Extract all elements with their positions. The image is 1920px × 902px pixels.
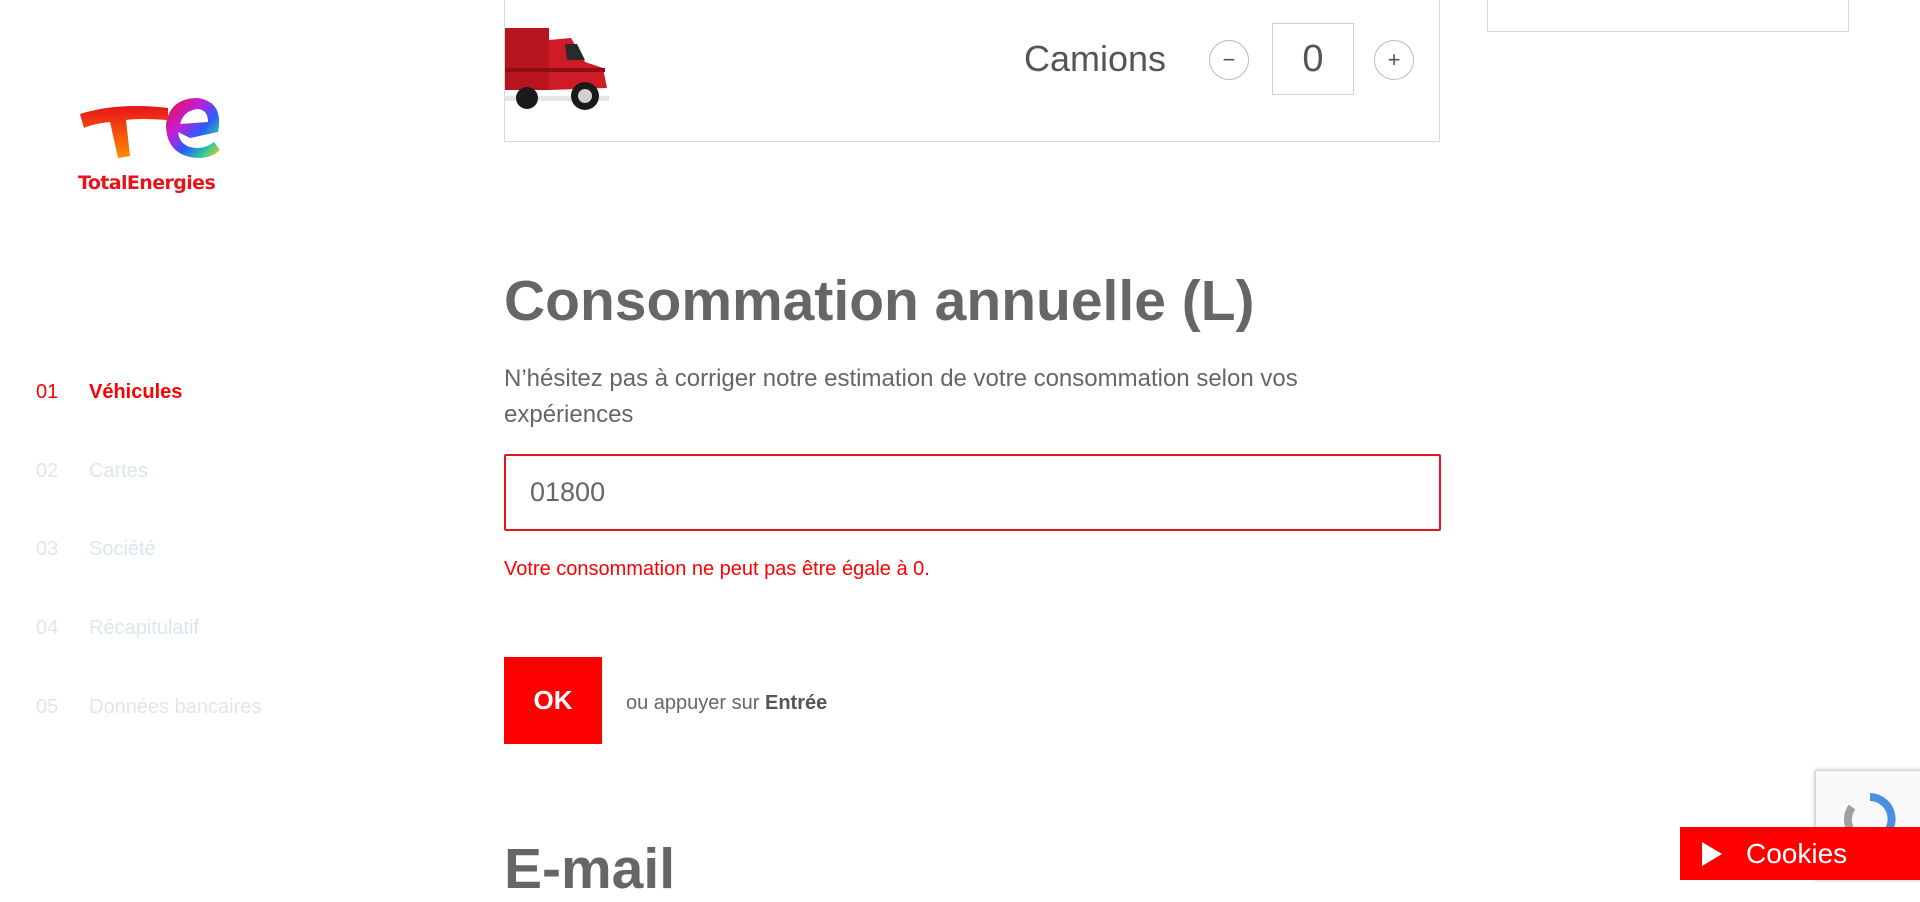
truck-icon [505, 28, 609, 110]
enter-hint: ou appuyer sur Entrée [626, 692, 827, 715]
decrement-button[interactable]: − [1209, 40, 1249, 80]
cookies-button[interactable]: Cookies [1680, 827, 1920, 880]
step-number: 04 [36, 617, 59, 639]
step-label: Récapitulatif [89, 617, 200, 639]
vehicle-card-camions: Camions − 0 + [504, 0, 1440, 142]
consumption-title: Consommation annuelle (L) [504, 269, 1255, 333]
side-panel-box [1487, 0, 1849, 32]
step-label: Données bancaires [89, 696, 262, 718]
ok-button[interactable]: OK [504, 657, 602, 744]
step-cartes[interactable]: 02 Cartes [36, 460, 148, 483]
step-number: 01 [36, 381, 59, 403]
step-label: Société [89, 538, 156, 560]
brand-name: TotalEnergies [78, 172, 216, 194]
step-societe[interactable]: 03 Société [36, 538, 156, 561]
quantity-stepper[interactable]: 0 [1272, 23, 1354, 95]
step-label: Cartes [89, 460, 148, 482]
increment-button[interactable]: + [1374, 40, 1414, 80]
step-donnees-bancaires[interactable]: 05 Données bancaires [36, 696, 261, 719]
email-title: E-mail [504, 837, 676, 901]
enter-hint-key: Entrée [764, 692, 828, 714]
cookies-label: Cookies [1746, 837, 1848, 869]
totalenergies-logo[interactable]: TotalEnergies [78, 92, 228, 202]
step-number: 03 [36, 538, 59, 560]
step-number: 02 [36, 460, 59, 482]
step-number: 05 [36, 696, 59, 718]
step-label: Véhicules [89, 381, 183, 403]
brand-mark-icon [80, 98, 220, 158]
consumption-description: N’hésitez pas à corriger notre estimatio… [504, 365, 1298, 428]
consumption-input[interactable] [504, 454, 1441, 531]
enter-hint-prefix: ou appuyer sur [626, 692, 760, 714]
step-recapitulatif[interactable]: 04 Récapitulatif [36, 617, 199, 640]
vehicle-type-label: Camions [1024, 38, 1167, 79]
step-vehicules[interactable]: 01 Véhicules [36, 381, 182, 404]
consumption-error-message: Votre consommation ne peut pas être égal… [504, 558, 930, 580]
play-icon [1702, 841, 1722, 866]
